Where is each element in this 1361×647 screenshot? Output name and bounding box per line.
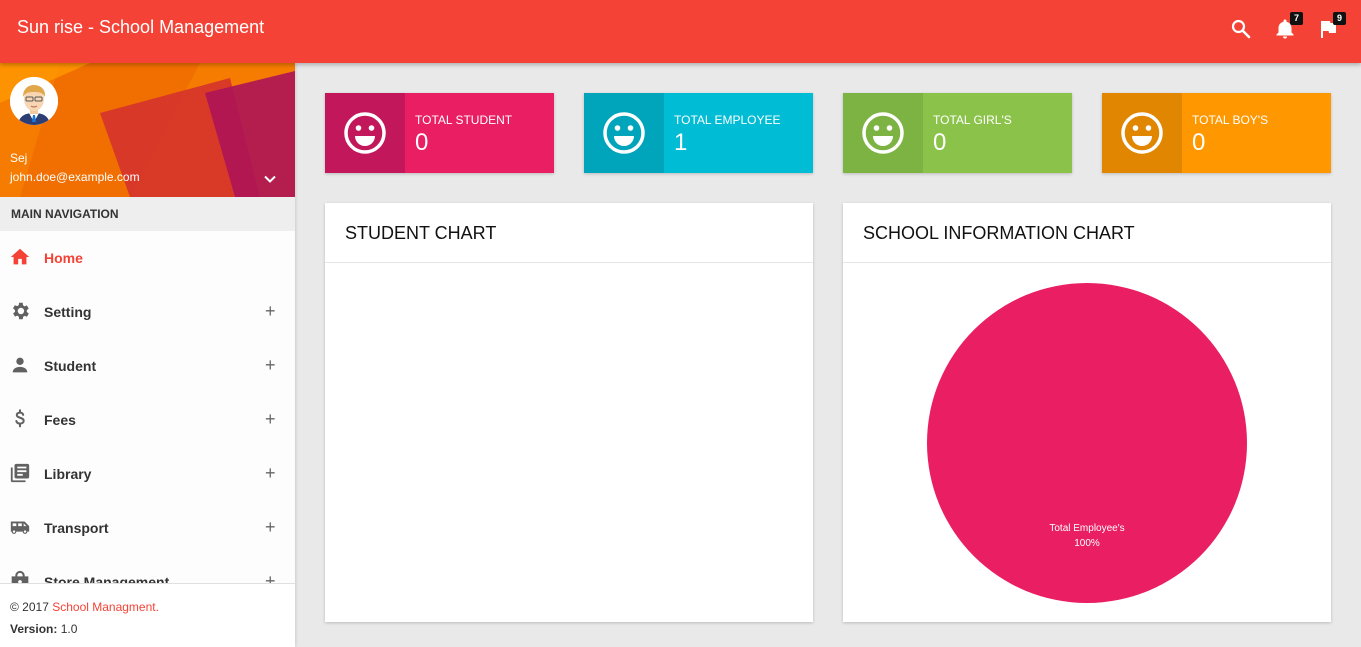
stat-total-employee[interactable]: TOTAL EMPLOYEE 1	[584, 93, 813, 173]
stat-label: TOTAL GIRL'S	[933, 113, 1012, 127]
expand-icon[interactable]: +	[265, 409, 276, 430]
library-icon	[10, 463, 30, 483]
stat-total-girls[interactable]: TOTAL GIRL'S 0	[843, 93, 1072, 173]
search-icon[interactable]	[1229, 17, 1253, 41]
top-bar: Sun rise - School Management 7 9	[0, 0, 1361, 63]
app-title[interactable]: Sun rise - School Management	[17, 17, 264, 38]
sidebar-item-label: Student	[44, 358, 97, 374]
pie-slice-label: Total Employee's	[1049, 523, 1124, 534]
brand-link[interactable]: School Managment	[52, 600, 155, 614]
pie-slice[interactable]	[927, 283, 1247, 603]
flag-count-badge: 9	[1333, 12, 1346, 25]
stat-total-boys[interactable]: TOTAL BOY'S 0	[1102, 93, 1331, 173]
dollar-icon	[15, 409, 25, 428]
expand-icon[interactable]: +	[265, 463, 276, 484]
version-value: 1.0	[57, 622, 78, 636]
gear-icon	[13, 302, 29, 320]
sidebar-item-student[interactable]: Student +	[0, 339, 295, 393]
avatar[interactable]	[10, 77, 58, 125]
smiley-icon	[344, 112, 386, 154]
pie-slice-value: 100%	[1074, 538, 1100, 549]
sidebar-item-transport[interactable]: Transport +	[0, 501, 295, 555]
home-icon	[10, 248, 30, 265]
sidebar-item-home[interactable]: Home	[0, 231, 295, 285]
stat-icon-box	[843, 93, 923, 173]
stat-value: 0	[933, 129, 947, 156]
stat-label: TOTAL BOY'S	[1192, 113, 1269, 127]
bus-icon	[10, 521, 30, 534]
stat-icon-box	[1102, 93, 1182, 173]
school-info-pie-chart: Total Employee's 100%	[843, 263, 1331, 622]
user-name: Sej	[10, 151, 28, 165]
user-panel: Sej john.doe@example.com	[0, 63, 295, 197]
nav-list: Home Setting + Student + Fees + Library …	[0, 231, 295, 609]
sidebar-item-library[interactable]: Library +	[0, 447, 295, 501]
expand-icon[interactable]: +	[265, 301, 276, 322]
copyright-dot: .	[155, 600, 159, 614]
smiley-icon	[1121, 112, 1163, 154]
stat-value: 0	[1192, 129, 1206, 156]
card-title: SCHOOL INFORMATION CHART	[843, 203, 1331, 263]
notifications-button[interactable]: 7	[1273, 12, 1303, 41]
pie-chart-svg: Total Employee's 100%	[927, 283, 1247, 603]
notification-count-badge: 7	[1290, 12, 1303, 25]
student-chart-card: STUDENT CHART	[325, 203, 813, 622]
sidebar-item-label: Fees	[44, 412, 76, 428]
stat-icon-box	[325, 93, 405, 173]
school-info-chart-card: SCHOOL INFORMATION CHART Total Employee'…	[843, 203, 1331, 622]
stat-total-student[interactable]: TOTAL STUDENT 0	[325, 93, 554, 173]
sidebar-footer: © 2017 School Managment. Version: 1.0	[0, 583, 295, 647]
sidebar-item-label: Library	[44, 466, 92, 482]
sidebar-item-label: Home	[44, 250, 83, 266]
stat-label: TOTAL STUDENT	[415, 113, 513, 127]
sidebar-item-label: Setting	[44, 304, 92, 320]
expand-icon[interactable]: +	[265, 517, 276, 538]
expand-icon[interactable]: +	[265, 355, 276, 376]
copyright-text: © 2017	[10, 600, 53, 614]
smiley-icon	[603, 112, 645, 154]
card-title: STUDENT CHART	[325, 203, 813, 263]
version: Version: 1.0	[10, 622, 285, 636]
user-email: john.doe@example.com	[10, 170, 140, 184]
sidebar-item-setting[interactable]: Setting +	[0, 285, 295, 339]
person-icon	[12, 357, 28, 373]
copyright: © 2017 School Managment.	[10, 600, 285, 622]
sidebar: Sej john.doe@example.com MAIN NAVIGATION…	[0, 63, 295, 647]
version-label: Version:	[10, 622, 58, 636]
stat-icon-box	[584, 93, 664, 173]
smiley-icon	[862, 112, 904, 154]
nav-header: MAIN NAVIGATION	[0, 197, 295, 231]
sidebar-item-label: Transport	[44, 520, 109, 536]
stat-value: 1	[674, 129, 688, 156]
sidebar-item-fees[interactable]: Fees +	[0, 393, 295, 447]
stat-value: 0	[415, 129, 429, 156]
flags-button[interactable]: 9	[1316, 12, 1346, 41]
chevron-down-icon[interactable]	[262, 171, 278, 187]
stat-label: TOTAL EMPLOYEE	[674, 113, 781, 127]
